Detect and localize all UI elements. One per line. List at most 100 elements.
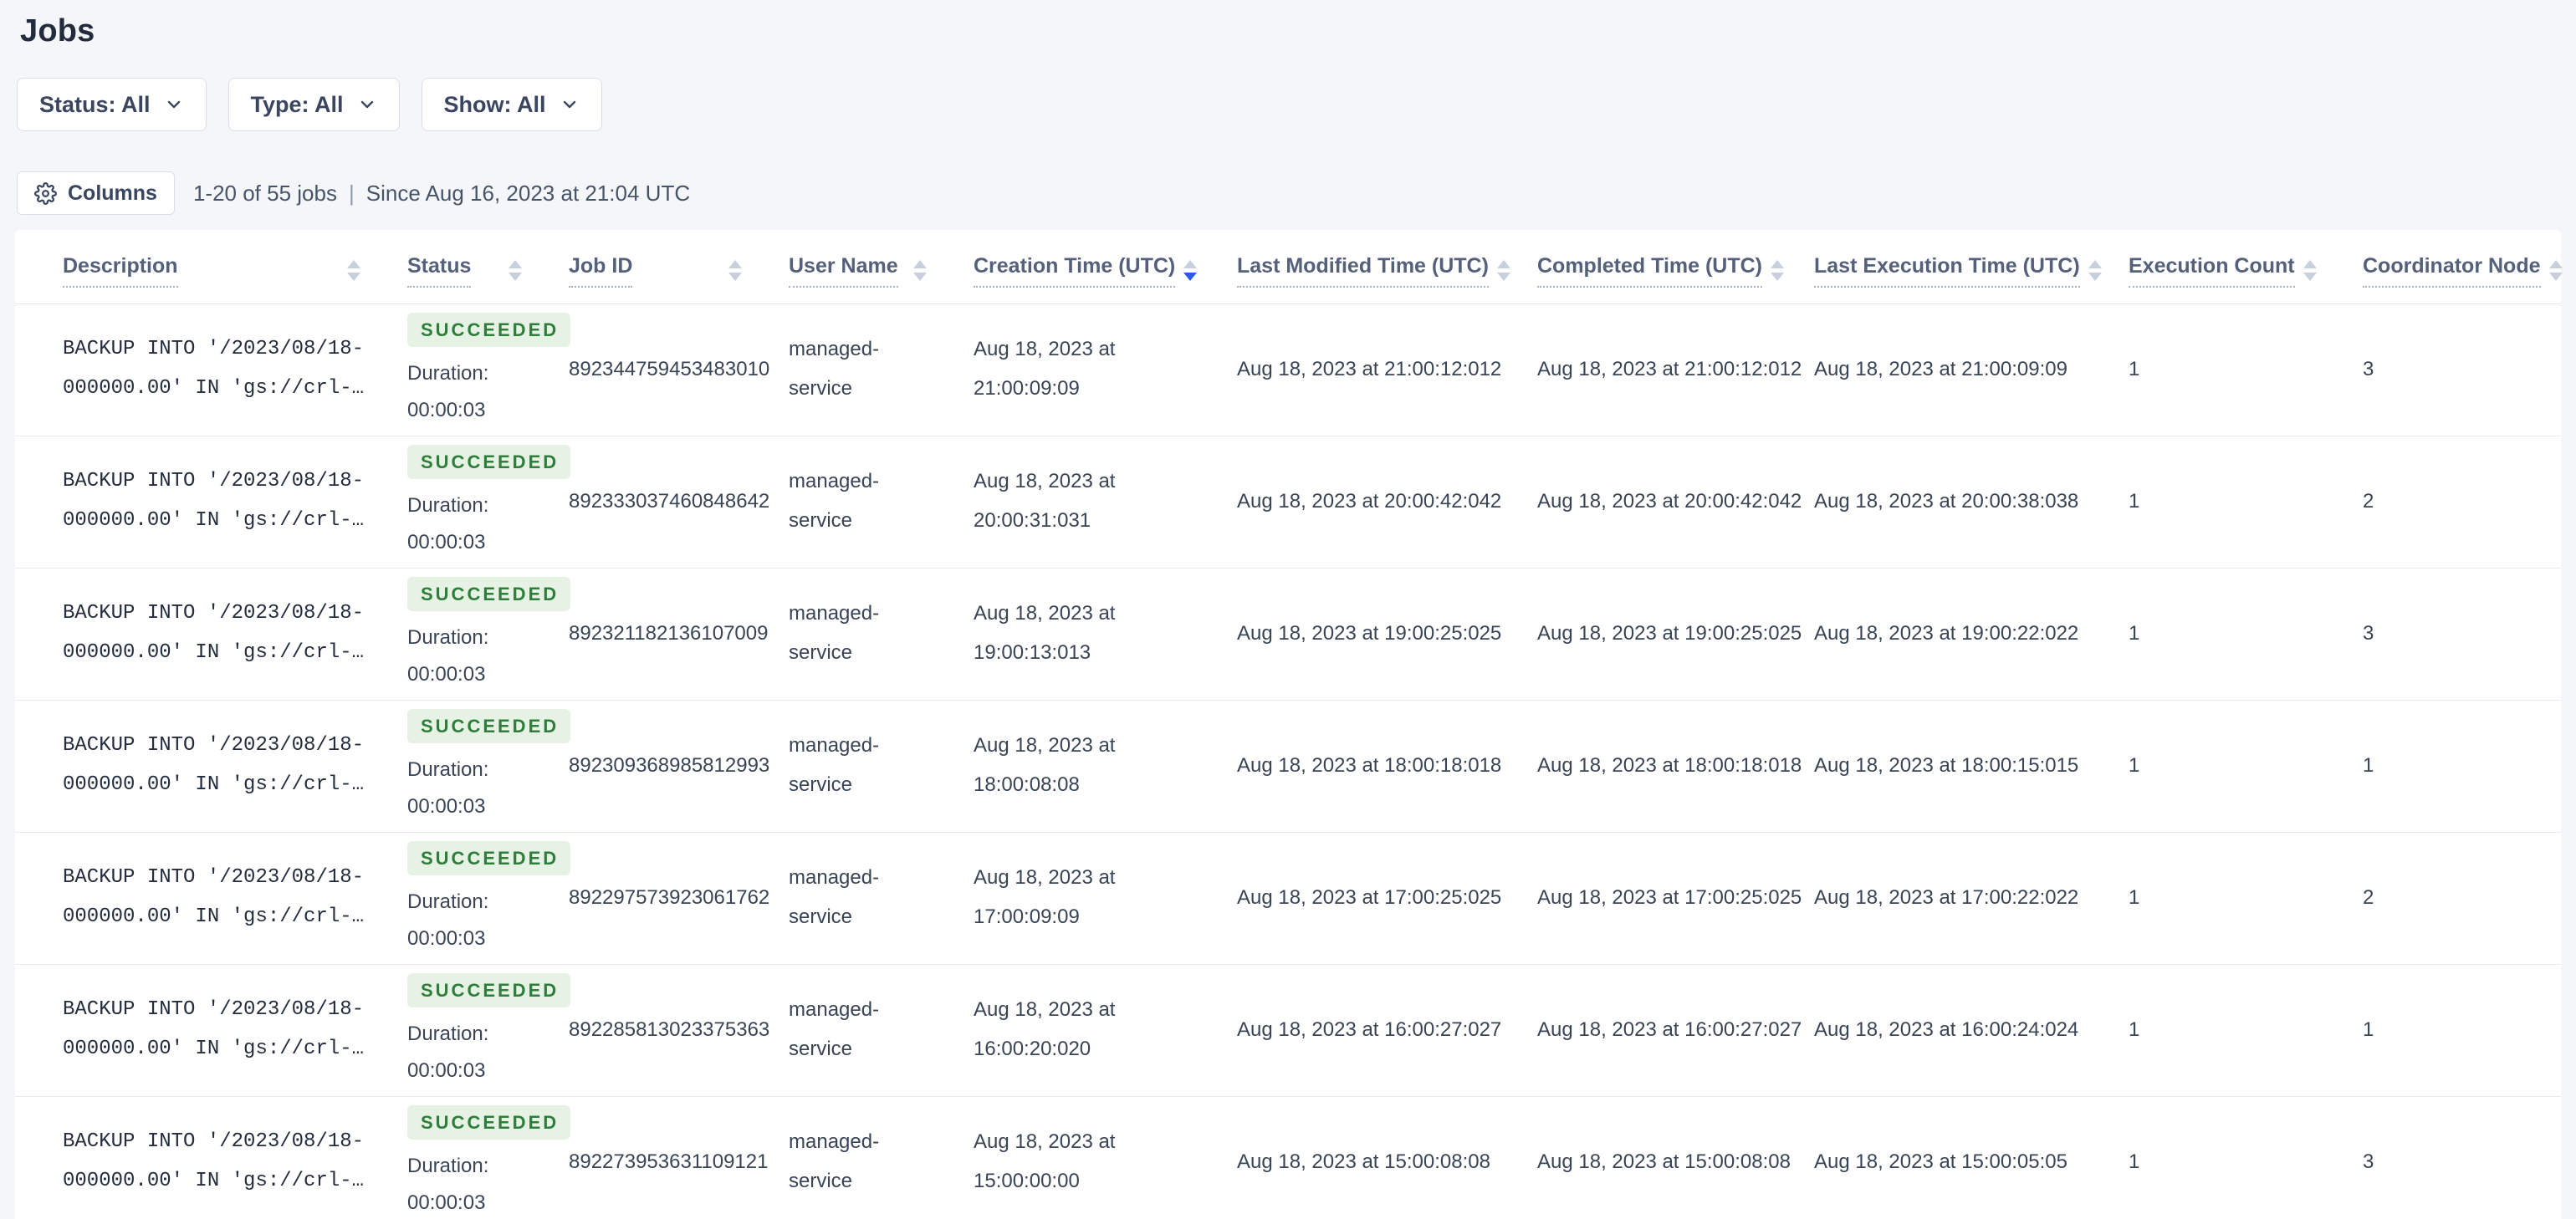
columns-button[interactable]: Columns [17,171,175,215]
last-modified-time: Aug 18, 2023 at 20:00:42:042 [1222,436,1522,569]
chevron-down-icon [560,94,580,115]
execution-count: 1 [2113,303,2348,436]
column-header-label: Creation Time (UTC) [974,254,1176,288]
status-badge: SUCCEEDED [407,444,571,479]
job-description: BACKUP INTO '/2023/08/18-000000.00' IN '… [15,832,392,965]
jobs-table-card: Description Status Job ID User Name Crea… [15,230,2563,1219]
job-id: 892285813023375363 [554,964,774,1097]
user-name: managed-service [774,436,958,569]
job-description: BACKUP INTO '/2023/08/18-000000.00' IN '… [15,964,392,1097]
job-description: BACKUP INTO '/2023/08/18-000000.00' IN '… [15,700,392,833]
job-description: BACKUP INTO '/2023/08/18-000000.00' IN '… [15,436,392,569]
job-id: 892344759453483010 [554,303,774,436]
sort-icon[interactable] [1496,260,1510,282]
creation-time: Aug 18, 2023 at 16:00:20:020 [958,964,1222,1097]
sort-icon[interactable] [913,260,927,282]
user-name: managed-service [774,303,958,436]
table-row: BACKUP INTO '/2023/08/18-000000.00' IN '… [15,1096,2561,1219]
job-id: 892273953631109121 [554,1096,774,1219]
duration-value: 00:00:03 [407,398,486,421]
jobs-page: Jobs Status: All Type: All Show: All Col… [0,0,2576,1219]
column-header-label: Job ID [569,254,633,288]
jobs-table: Description Status Job ID User Name Crea… [15,230,2563,1219]
column-header-creation-time[interactable]: Creation Time (UTC) [958,230,1222,304]
table-row: BACKUP INTO '/2023/08/18-000000.00' IN '… [15,832,2561,965]
creation-time: Aug 18, 2023 at 15:00:00:00 [958,1096,1222,1219]
duration-label: Duration: [407,493,489,517]
duration-value: 00:00:03 [407,926,486,950]
column-header-label: Description [63,254,178,288]
job-status-cell: SUCCEEDED Duration: 00:00:03 [392,1096,571,1219]
column-header-last-modified-time[interactable]: Last Modified Time (UTC) [1222,230,1522,304]
sort-icon[interactable] [509,260,522,282]
table-row: BACKUP INTO '/2023/08/18-000000.00' IN '… [15,303,2561,436]
separator: | [348,180,355,206]
job-description: BACKUP INTO '/2023/08/18-000000.00' IN '… [15,303,392,436]
column-header-job-id[interactable]: Job ID [554,230,774,304]
column-header-completed-time[interactable]: Completed Time (UTC) [1522,230,1799,304]
status-badge: SUCCEEDED [407,576,571,611]
user-name: managed-service [774,832,958,965]
column-header-label: Last Execution Time (UTC) [1814,254,2080,288]
filter-bar: Status: All Type: All Show: All [15,78,2561,131]
sort-icon[interactable] [1771,260,1784,282]
sort-icon[interactable] [2548,260,2563,282]
coordinator-node: 3 [2348,1096,2561,1219]
type-filter-dropdown[interactable]: Type: All [227,78,400,131]
last-execution-time: Aug 18, 2023 at 15:00:05:05 [1799,1096,2113,1219]
table-header-row: Description Status Job ID User Name Crea… [15,230,2563,304]
creation-time: Aug 18, 2023 at 17:00:09:09 [958,832,1222,965]
column-header-user-name[interactable]: User Name [774,230,958,304]
coordinator-node: 3 [2348,568,2561,701]
duration-label: Duration: [407,625,489,649]
job-id: 892333037460848642 [554,436,774,569]
columns-button-label: Columns [68,181,157,205]
column-header-coordinator-node[interactable]: Coordinator Node [2348,230,2563,304]
user-name: managed-service [774,700,958,833]
last-modified-time: Aug 18, 2023 at 16:00:27:027 [1222,964,1522,1097]
user-name: managed-service [774,964,958,1097]
show-filter-label: Show: All [443,91,546,117]
page-title: Jobs [20,13,95,48]
execution-count: 1 [2113,832,2348,965]
sort-icon[interactable] [347,260,360,282]
column-header-label: Last Modified Time (UTC) [1237,254,1489,288]
column-header-last-execution-time[interactable]: Last Execution Time (UTC) [1799,230,2113,304]
job-status-cell: SUCCEEDED Duration: 00:00:03 [392,568,571,701]
column-header-label: Status [407,254,472,288]
type-filter-label: Type: All [250,91,344,117]
sort-icon[interactable] [1183,260,1198,282]
chevron-down-icon [357,94,377,115]
user-name: managed-service [774,568,958,701]
job-status-cell: SUCCEEDED Duration: 00:00:03 [392,436,571,569]
duration-value: 00:00:03 [407,530,486,553]
status-filter-dropdown[interactable]: Status: All [17,78,207,131]
status-badge: SUCCEEDED [407,1104,571,1140]
execution-count: 1 [2113,964,2348,1097]
last-modified-time: Aug 18, 2023 at 15:00:08:08 [1222,1096,1522,1219]
show-filter-dropdown[interactable]: Show: All [421,78,602,131]
job-description: BACKUP INTO '/2023/08/18-000000.00' IN '… [15,568,392,701]
status-badge: SUCCEEDED [407,972,571,1007]
status-filter-label: Status: All [39,91,151,117]
completed-time: Aug 18, 2023 at 19:00:25:025 [1522,568,1802,701]
status-badge: SUCCEEDED [407,840,571,875]
last-modified-time: Aug 18, 2023 at 17:00:25:025 [1222,832,1522,965]
column-header-description[interactable]: Description [15,230,392,304]
sort-icon[interactable] [2303,260,2317,282]
column-header-execution-count[interactable]: Execution Count [2113,230,2348,304]
coordinator-node: 1 [2348,700,2561,833]
chevron-down-icon [164,94,184,115]
table-toolbar: Columns 1-20 of 55 jobs | Since Aug 16, 2… [15,171,2561,215]
sort-icon[interactable] [728,260,742,282]
sort-icon[interactable] [2088,260,2102,282]
column-header-status[interactable]: Status [392,230,554,304]
table-row: BACKUP INTO '/2023/08/18-000000.00' IN '… [15,700,2561,833]
job-status-cell: SUCCEEDED Duration: 00:00:03 [392,700,571,833]
user-name: managed-service [774,1096,958,1219]
completed-time: Aug 18, 2023 at 21:00:12:012 [1522,303,1802,436]
last-execution-time: Aug 18, 2023 at 19:00:22:022 [1799,568,2113,701]
status-badge: SUCCEEDED [407,708,571,743]
job-status-cell: SUCCEEDED Duration: 00:00:03 [392,832,571,965]
completed-time: Aug 18, 2023 at 20:00:42:042 [1522,436,1802,569]
